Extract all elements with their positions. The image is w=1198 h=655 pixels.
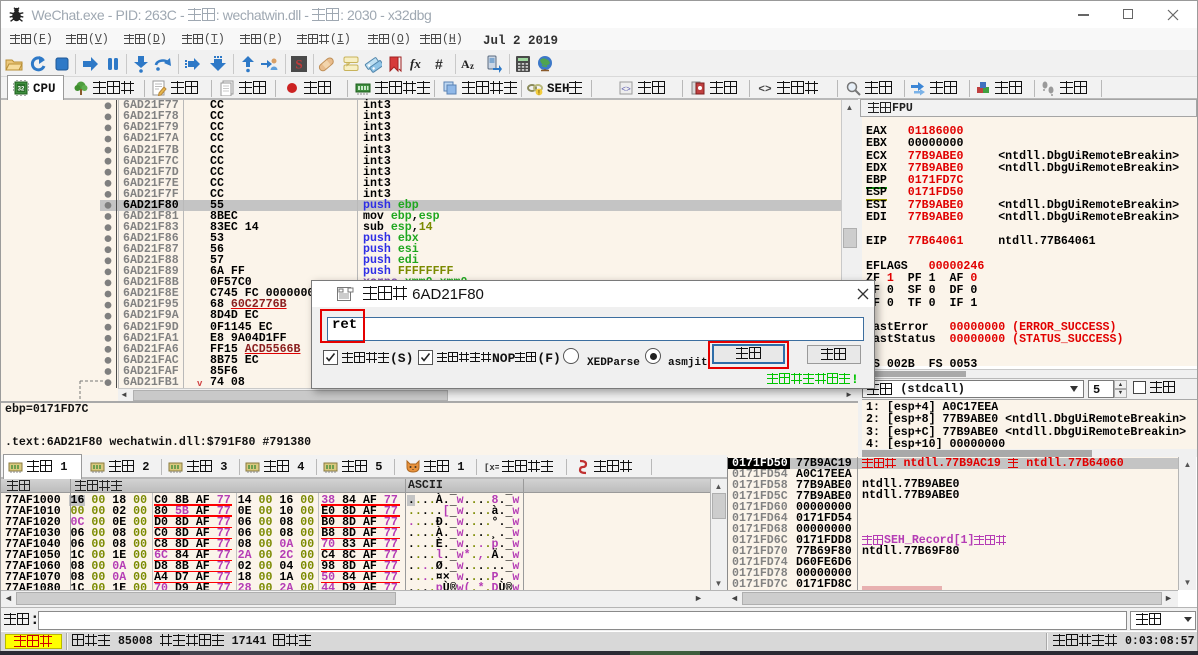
- svg-text:32: 32: [18, 87, 25, 93]
- svg-text:fx: fx: [410, 56, 421, 71]
- svg-text:<>: <>: [621, 86, 631, 95]
- svg-text:S: S: [295, 57, 302, 72]
- svg-text:A: A: [461, 57, 470, 71]
- svg-text:[x=]: [x=]: [484, 463, 499, 473]
- svg-text:z: z: [470, 61, 474, 71]
- svg-text:#: #: [435, 56, 443, 72]
- svg-text:<>: <>: [758, 84, 772, 96]
- svg-text:!: !: [538, 90, 540, 97]
